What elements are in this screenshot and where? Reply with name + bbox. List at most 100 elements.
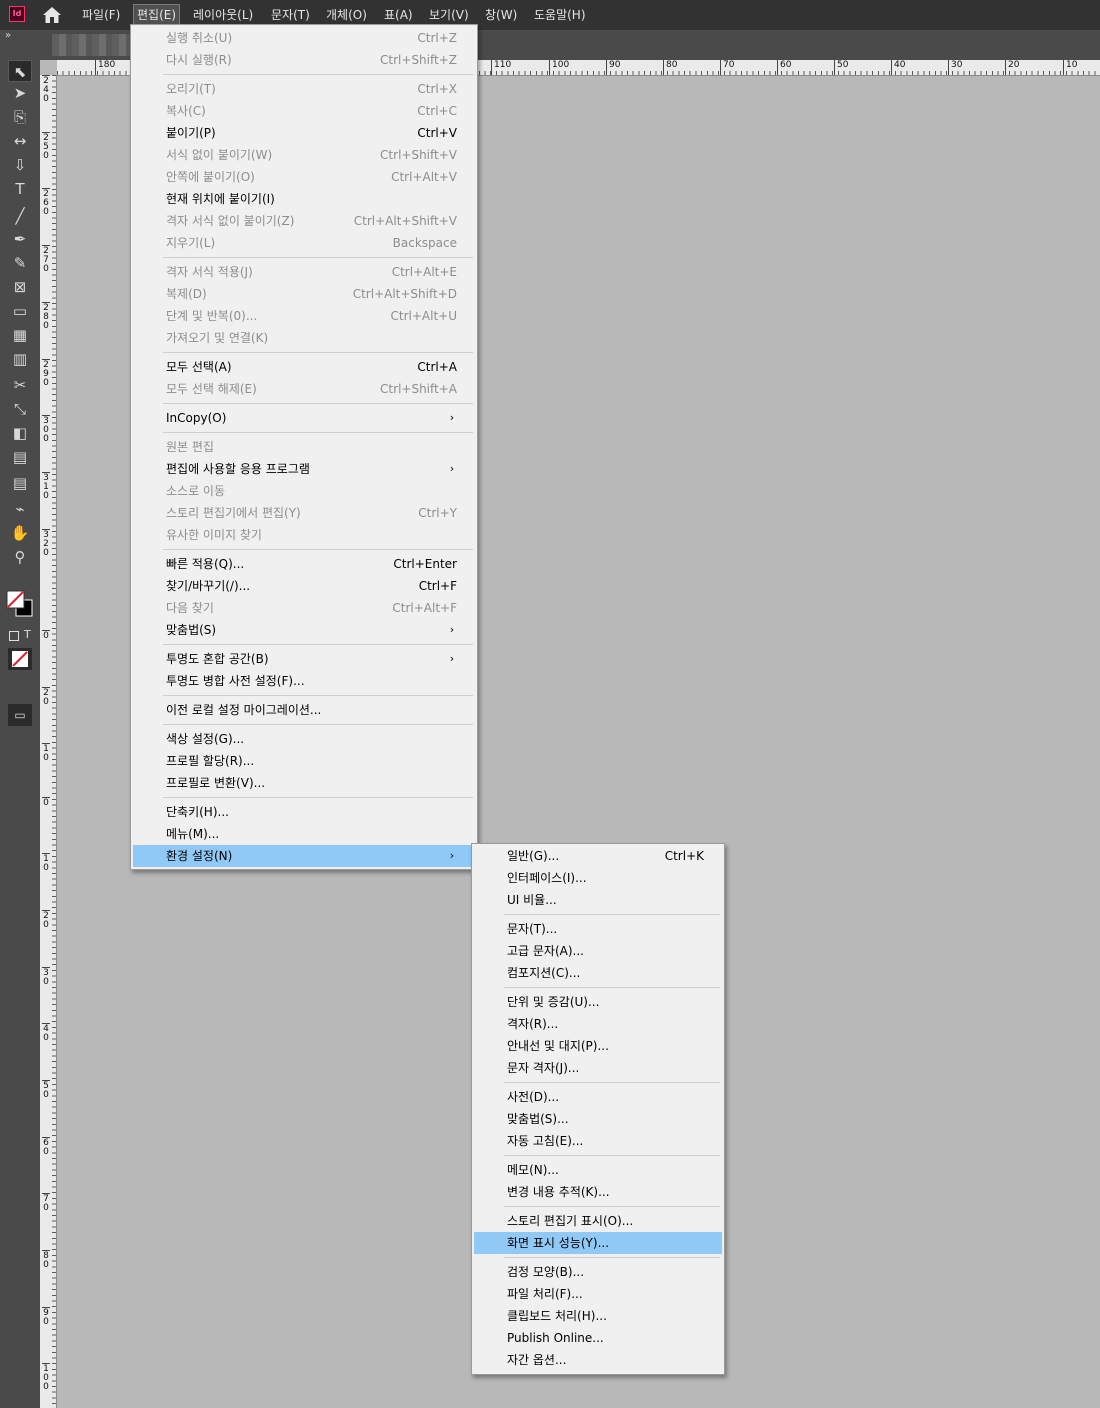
edit-menu-item[interactable]: 빠른 적용(Q)... Ctrl+Enter — [133, 553, 475, 575]
edit-menu-item[interactable]: 원본 편집 — [133, 436, 475, 458]
edit-menu-item[interactable]: 이전 로컬 설정 마이그레이션... — [133, 699, 475, 721]
edit-menu-item[interactable]: 오리기(T) Ctrl+X — [133, 78, 475, 100]
preferences-menu-item[interactable]: 스토리 편집기 표시(O)... — [474, 1210, 722, 1232]
line-tool-icon[interactable]: ╱ — [8, 205, 32, 227]
selection-tool-icon[interactable]: ⬉ — [8, 60, 32, 82]
edit-menu-item[interactable]: 스토리 편집기에서 편집(Y) Ctrl+Y — [133, 502, 475, 524]
preferences-menu-item[interactable]: 문자(T)... — [474, 918, 722, 940]
edit-menu-item[interactable]: 실행 취소(U) Ctrl+Z — [133, 27, 475, 49]
preferences-menu-item[interactable]: 안내선 및 대지(P)... — [474, 1035, 722, 1057]
edit-menu-item[interactable]: 투명도 혼합 공간(B) › — [133, 648, 475, 670]
zoom-tool-icon[interactable]: ⚲ — [8, 546, 32, 568]
pen-tool-icon[interactable]: ✒ — [8, 228, 32, 250]
edit-menu-item[interactable]: 모두 선택 해제(E) Ctrl+Shift+A — [133, 378, 475, 400]
preferences-menu-item[interactable]: 클립보드 처리(H)... — [474, 1305, 722, 1327]
rectangle-frame-tool-icon[interactable]: ⊠ — [8, 276, 32, 298]
table-tool-icon[interactable]: ▦ — [8, 324, 32, 346]
preferences-menu-item[interactable]: 자간 옵션... — [474, 1349, 722, 1371]
edit-menu-item[interactable]: 서식 없이 붙이기(W) Ctrl+Shift+V — [133, 144, 475, 166]
gradient-feather-tool-icon[interactable]: ▤ — [8, 446, 32, 468]
apply-none-icon[interactable] — [8, 648, 32, 670]
ruler-tick-label: 50 — [42, 1080, 50, 1100]
grid-tool-icon[interactable]: ▥ — [8, 348, 32, 370]
edit-menu-item[interactable]: InCopy(O) › — [133, 407, 475, 429]
edit-menu-item[interactable]: 가져오기 및 연결(K) — [133, 327, 475, 349]
edit-menu-item[interactable]: 안쪽에 붙이기(O) Ctrl+Alt+V — [133, 166, 475, 188]
edit-menu-item[interactable]: 현재 위치에 붙이기(I) — [133, 188, 475, 210]
preferences-menu-item[interactable]: 인터페이스(I)... — [474, 867, 722, 889]
menu-help[interactable]: 도움말(H) — [531, 4, 589, 26]
fill-stroke-swatch-icon[interactable] — [6, 590, 34, 620]
preferences-menu-item[interactable]: 메모(N)... — [474, 1159, 722, 1181]
edit-menu-item[interactable]: 소스로 이동 — [133, 480, 475, 502]
edit-menu-item[interactable]: 환경 설정(N) › — [133, 845, 475, 867]
preferences-menu-item[interactable]: 단위 및 증감(U)... — [474, 991, 722, 1013]
app-logo[interactable]: Id — [9, 6, 25, 22]
edit-menu-item[interactable]: 다음 찾기 Ctrl+Alt+F — [133, 597, 475, 619]
preferences-menu-item[interactable]: 격자(R)... — [474, 1013, 722, 1035]
edit-menu-item[interactable]: 단계 및 반복(0)... Ctrl+Alt+U — [133, 305, 475, 327]
vertical-ruler[interactable]: 240 250 260 270 280 290 300 310 320 0 20 10 0 10 20 30 4… — [40, 75, 57, 1408]
edit-menu-item[interactable]: 단축키(H)... — [133, 801, 475, 823]
preferences-menu-item[interactable]: 자동 고침(E)... — [474, 1130, 722, 1152]
edit-menu-item[interactable]: 투명도 병합 사전 설정(F)... — [133, 670, 475, 692]
home-icon[interactable] — [42, 6, 62, 24]
edit-menu-item[interactable]: 메뉴(M)... — [133, 823, 475, 845]
type-tool-icon[interactable]: T — [8, 178, 32, 200]
preferences-menu-item[interactable]: 파일 처리(F)... — [474, 1283, 722, 1305]
edit-menu-item[interactable]: 프로필 할당(R)... — [133, 750, 475, 772]
preferences-menu-item[interactable]: 맞춤법(S)... — [474, 1108, 722, 1130]
edit-menu-item[interactable]: 지우기(L) Backspace — [133, 232, 475, 254]
menu-layout[interactable]: 레이아웃(L) — [190, 4, 256, 26]
collapse-panel-icon[interactable]: » — [5, 31, 11, 41]
eyedropper-tool-icon[interactable]: ⌁ — [8, 498, 32, 520]
edit-menu-item[interactable]: 유사한 이미지 찾기 — [133, 524, 475, 546]
edit-menu-item[interactable]: 다시 실행(R) Ctrl+Shift+Z — [133, 49, 475, 71]
rectangle-tool-icon[interactable]: ▭ — [8, 300, 32, 322]
preferences-menu-item[interactable]: 검정 모양(B)... — [474, 1261, 722, 1283]
menu-item-label: 맞춤법(S) — [166, 623, 217, 637]
gradient-swatch-tool-icon[interactable]: ◧ — [8, 422, 32, 444]
edit-menu-item[interactable]: 색상 설정(G)... — [133, 728, 475, 750]
formatting-affects-text-icon[interactable]: T — [24, 628, 31, 641]
preferences-menu-item[interactable]: 사전(D)... — [474, 1086, 722, 1108]
document-tab[interactable] — [52, 34, 130, 56]
formatting-affects-container-icon[interactable] — [9, 631, 19, 641]
edit-menu-item[interactable]: 편집에 사용할 응용 프로그램 › — [133, 458, 475, 480]
content-collector-tool-icon[interactable]: ⇩ — [8, 154, 32, 176]
preferences-menu-item[interactable]: UI 비율... — [474, 889, 722, 911]
menu-item-label: 이전 로컬 설정 마이그레이션... — [166, 703, 322, 717]
preferences-menu-item[interactable]: 변경 내용 추적(K)... — [474, 1181, 722, 1203]
menu-object[interactable]: 개체(O) — [323, 4, 370, 26]
note-tool-icon[interactable]: ▤ — [8, 472, 32, 494]
pencil-tool-icon[interactable]: ✎ — [8, 252, 32, 274]
hand-tool-icon[interactable]: ✋ — [8, 522, 32, 544]
edit-menu-item[interactable]: 복제(D) Ctrl+Alt+Shift+D — [133, 283, 475, 305]
edit-menu-item[interactable]: 붙이기(P) Ctrl+V — [133, 122, 475, 144]
menu-table[interactable]: 표(A) — [381, 4, 416, 26]
edit-menu-item[interactable]: 프로필로 변환(V)... — [133, 772, 475, 794]
menu-edit[interactable]: 편집(E) — [133, 4, 181, 26]
preferences-menu-item[interactable]: 문자 격자(J)... — [474, 1057, 722, 1079]
preferences-menu-item[interactable]: 일반(G)... Ctrl+K — [474, 845, 722, 867]
edit-menu-item[interactable]: 복사(C) Ctrl+C — [133, 100, 475, 122]
free-transform-tool-icon[interactable]: ⤡ — [8, 398, 32, 420]
edit-menu-item[interactable]: 모두 선택(A) Ctrl+A — [133, 356, 475, 378]
edit-menu-item[interactable]: 격자 서식 적용(J) Ctrl+Alt+E — [133, 261, 475, 283]
preferences-menu-item[interactable]: Publish Online... — [474, 1327, 722, 1349]
edit-menu-item[interactable]: 맞춤법(S) › — [133, 619, 475, 641]
gap-tool-icon[interactable]: ↔ — [8, 130, 32, 152]
menu-view[interactable]: 보기(V) — [426, 4, 472, 26]
edit-menu-item[interactable]: 찾기/바꾸기(/)... Ctrl+F — [133, 575, 475, 597]
page-tool-icon[interactable]: ⎘ — [8, 106, 32, 128]
menu-file[interactable]: 파일(F) — [79, 4, 123, 26]
preferences-menu-item[interactable]: 고급 문자(A)... — [474, 940, 722, 962]
menu-type[interactable]: 문자(T) — [268, 4, 313, 26]
direct-selection-tool-icon[interactable]: ➤ — [8, 82, 32, 104]
menu-window[interactable]: 창(W) — [482, 4, 520, 26]
scissors-tool-icon[interactable]: ✂ — [8, 374, 32, 396]
preferences-menu-item[interactable]: 화면 표시 성능(Y)... — [474, 1232, 722, 1254]
edit-menu-item[interactable]: 격자 서식 없이 붙이기(Z) Ctrl+Alt+Shift+V — [133, 210, 475, 232]
preferences-menu-item[interactable]: 컴포지션(C)... — [474, 962, 722, 984]
screen-mode-icon[interactable]: ▭ — [8, 704, 32, 726]
